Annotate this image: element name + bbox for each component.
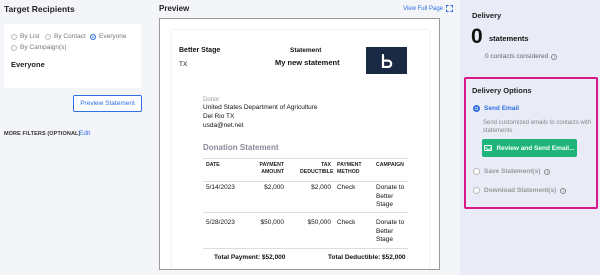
table-row-date: 5/28/2023 [206,219,235,226]
expand-icon[interactable] [446,5,453,12]
preview-panel: Preview View Full Page Better Stage TX S… [150,0,460,275]
target-recipients-title: Target Recipients [4,4,75,14]
table-row-amount: $2,000 [264,184,284,191]
table-row-deductible: $2,000 [311,184,331,191]
delivery-options-title: Delivery Options [472,86,532,95]
radio-selected-icon[interactable] [473,105,480,112]
radio-circle-icon[interactable] [473,187,480,194]
info-icon[interactable]: i [551,53,558,60]
option-save-statements[interactable]: Save Statement(s) i [473,168,551,175]
radio-circle-icon[interactable] [473,168,480,175]
table-row-campaign: Donate to Better Stage [376,219,405,243]
donor-email: usda@net.net [203,122,244,129]
radio-selected-icon[interactable] [90,33,96,40]
statement-label: Statement [290,47,322,54]
contacts-considered: 0 contacts considered i [485,53,558,60]
statement-name: My new statement [275,58,340,67]
preview-statement-button[interactable]: Preview Statement [73,95,142,112]
table-row-date: 5/14/2023 [206,184,235,191]
radio-circle-icon[interactable] [45,33,51,40]
info-icon[interactable]: i [544,168,551,175]
table-row-campaign: Donate to Better Stage [376,184,405,208]
radio-circle-icon[interactable] [11,44,17,51]
col-deductible-header: TAX DEDUCTIBLE [300,162,334,175]
row-divider [203,212,408,213]
org-state: TX [179,61,188,68]
review-and-send-email-button[interactable]: Review and Send Email... [482,139,577,157]
radio-circle-icon[interactable] [11,33,17,40]
selected-recipients-value: Everyone [11,60,45,69]
radio-by-campaign[interactable]: By Campaign(s) [11,44,67,51]
target-recipients-panel: Target Recipients By List By Contact Eve… [0,0,150,275]
donor-name: United States Department of Agriculture [203,104,318,111]
info-icon[interactable]: i [560,187,567,194]
delivery-title: Delivery [472,11,502,20]
org-logo [366,47,407,74]
option-download-statements[interactable]: Download Statement(s) i [473,187,567,194]
table-row-amount: $50,000 [260,219,285,226]
col-date-header: DATE [206,162,220,168]
statements-count: 0 [471,25,483,48]
radio-everyone[interactable]: Everyone [90,33,126,40]
donor-label: Donor [203,97,220,103]
filters-edit-link[interactable]: Edit [79,130,90,137]
row-divider [203,248,408,249]
email-icon [484,145,493,151]
more-filters-label: MORE FILTERS (OPTIONAL) [4,131,81,137]
send-email-description: Send customized emails to contacts with … [483,120,592,134]
col-amount-header: PAYMENT AMOUNT [259,162,285,175]
total-deductible: Total Deductible: $52,000 [328,254,406,261]
option-send-email[interactable]: Send Email [473,105,519,112]
donor-location: Del Rio TX [203,113,235,120]
recipient-card: By List By Contact Everyone By Campaign(… [4,24,141,88]
delivery-panel: Delivery 0 statements 0 contacts conside… [460,0,600,275]
table-row-method: Check [337,184,356,191]
col-campaign-header: CAMPAIGN [376,162,404,168]
statements-count-label: statements [489,34,529,43]
radio-by-contact[interactable]: By Contact [45,33,86,40]
col-method-header: PAYMENT METHOD [337,162,362,175]
preview-title: Preview [159,4,190,13]
view-full-page-link[interactable]: View Full Page [403,5,453,12]
donation-statement-title: Donation Statement [203,143,279,152]
table-row-method: Check [337,219,356,226]
radio-by-list[interactable]: By List [11,33,40,40]
org-name: Better Stage [179,47,221,54]
table-row-deductible: $50,000 [307,219,332,226]
logo-b-icon [381,53,392,68]
total-payment: Total Payment: $52,000 [214,254,286,261]
